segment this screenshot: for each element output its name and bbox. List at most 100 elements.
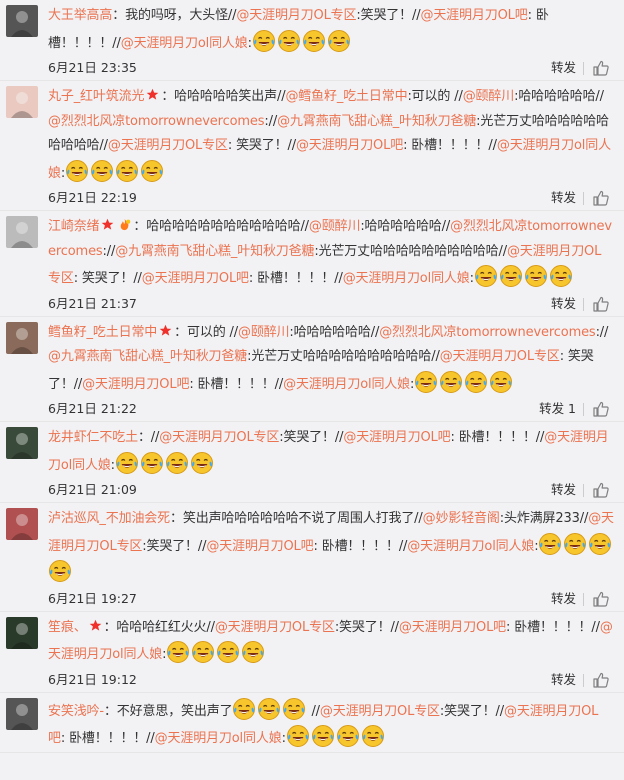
forward-button[interactable]: 转发 — [551, 57, 576, 79]
avatar[interactable] — [6, 321, 38, 354]
comment-text: 江崎奈绪 ：哈哈哈哈哈哈哈哈哈哈哈哈//@颐醉川:哈哈哈哈哈哈//@烈烈北风凉to… — [48, 215, 614, 292]
comment-text: 安笑浅吟-：不好意思，笑出声了 //@天涯明月刀OL专区:笑哭了！// @天涯明月… — [48, 697, 614, 752]
comment-body-text: ：哈哈哈红红火火// — [103, 619, 215, 635]
mention-link[interactable]: @鳕鱼籽_吃土日常中 — [285, 89, 407, 104]
comment-timestamp: 6月21日 19:27 — [48, 590, 137, 606]
mention-link[interactable]: @九霄燕南飞甜心糕_叶知秋刀爸糖 — [277, 114, 476, 129]
mention-link[interactable]: @烈烈北风凉tomorrownevercomes — [379, 325, 596, 340]
laugh-cry-emoji-icon — [474, 265, 497, 287]
comment-body-text: :笑哭了！// — [334, 619, 399, 635]
thumbs-up-icon[interactable] — [592, 671, 610, 689]
mention-link[interactable]: @天涯明月刀OL专区 — [108, 138, 228, 153]
mention-link[interactable]: @天涯明月刀ol同人娘 — [283, 377, 410, 392]
comment-timestamp: 6月21日 21:37 — [48, 295, 137, 311]
forward-button[interactable]: 转发 — [551, 588, 576, 610]
laugh-cry-emoji-icon — [66, 159, 89, 182]
forward-button[interactable]: 转发 — [551, 669, 576, 691]
mention-link[interactable]: @天涯明月刀OL吧 — [296, 138, 403, 153]
comment-body-text: :笑哭了！// — [356, 8, 421, 23]
mention-link[interactable]: @妙影轻音阁 — [423, 511, 500, 526]
comment-body-text: : 笑哭了！// — [73, 271, 142, 286]
laugh-cry-emoji-icon — [192, 641, 215, 663]
thumbs-up-icon[interactable] — [592, 590, 610, 608]
laugh-cry-emoji-icon — [116, 159, 139, 182]
comment-text: 笙痕、 ：哈哈哈红红火火//@天涯明月刀OL专区:笑哭了！//@天涯明月刀OL吧:… — [48, 616, 614, 668]
comment-body-text: :笑哭了！// — [279, 430, 344, 445]
forward-button[interactable]: 转发 1 — [539, 398, 576, 420]
laugh-cry-emoji-icon — [549, 265, 572, 287]
mention-link[interactable]: @烈烈北风凉tomorrownevercomes — [48, 114, 265, 129]
avatar[interactable] — [6, 697, 38, 730]
laugh-cry-emoji-icon — [524, 265, 547, 287]
mention-link[interactable]: @天涯明月刀OL专区 — [159, 430, 279, 445]
comment-item: 龙井虾仁不吃土：//@天涯明月刀OL专区:笑哭了！//@天涯明月刀OL吧: 卧槽… — [0, 422, 624, 503]
username-link[interactable]: 鳕鱼籽_吃土日常中 — [48, 325, 157, 340]
comment-timestamp: 6月21日 19:12 — [48, 671, 137, 687]
mention-link[interactable]: @天涯明月刀OL专区 — [440, 349, 560, 364]
mention-link[interactable]: @天涯明月刀ol同人娘 — [343, 271, 470, 286]
comment-body-text: :// — [595, 324, 609, 340]
comment-body-text: :哈哈哈哈哈哈// — [514, 89, 604, 104]
thumbs-up-icon[interactable] — [592, 481, 610, 499]
avatar[interactable] — [6, 86, 38, 118]
forward-button[interactable]: 转发 — [551, 479, 576, 501]
comment-body-text: // — [307, 703, 320, 719]
star-badge-icon — [146, 88, 159, 100]
laugh-cry-emoji-icon — [190, 451, 213, 474]
forward-button[interactable]: 转发 — [551, 293, 576, 315]
laugh-cry-emoji-icon — [499, 265, 522, 287]
username-link[interactable]: 江崎奈绪 — [48, 219, 100, 234]
mention-link[interactable]: @天涯明月刀ol同人娘 — [155, 731, 282, 746]
mention-link[interactable]: @天涯明月刀OL专区 — [215, 620, 335, 635]
thumbs-up-icon[interactable] — [592, 295, 610, 313]
laugh-cry-emoji-icon — [141, 159, 164, 182]
laugh-cry-emoji-icon — [165, 451, 188, 474]
mention-link[interactable]: @天涯明月刀ol同人娘 — [407, 539, 534, 554]
comment-text: 龙井虾仁不吃土：//@天涯明月刀OL专区:笑哭了！//@天涯明月刀OL吧: 卧槽… — [48, 426, 614, 478]
mention-link[interactable]: @天涯明月刀ol同人娘 — [121, 36, 248, 51]
mention-link[interactable]: @颐醉川 — [463, 89, 515, 104]
comment-meta: 6月21日 21:37 转发 — [48, 293, 614, 316]
mention-link[interactable]: @天涯明月刀OL吧 — [399, 620, 506, 635]
avatar[interactable] — [6, 5, 38, 37]
comment-body-text: :哈哈哈哈哈哈// — [289, 324, 380, 340]
laugh-cry-emoji-icon — [115, 451, 138, 474]
forward-button[interactable]: 转发 — [551, 187, 576, 209]
comment-meta: 6月21日 19:12 转发 — [48, 669, 614, 692]
username-link[interactable]: 丸子_红叶筑流光 — [48, 89, 144, 104]
comment-timestamp: 6月21日 23:35 — [48, 60, 137, 75]
laugh-cry-emoji-icon — [327, 29, 350, 52]
mention-link[interactable]: @天涯明月刀OL吧 — [142, 271, 249, 286]
laugh-cry-emoji-icon — [336, 725, 359, 747]
username-link[interactable]: 安笑浅吟- — [48, 704, 104, 719]
mention-link[interactable]: @天涯明月刀OL吧 — [420, 8, 527, 23]
mention-link[interactable]: @九霄燕南飞甜心糕_叶知秋刀爸糖 — [48, 349, 247, 364]
laugh-cry-emoji-icon — [415, 370, 438, 393]
username-link[interactable]: 笙痕、 — [48, 620, 87, 635]
thumbs-up-icon[interactable] — [592, 59, 610, 77]
comment-meta: 6月21日 22:19 转发 — [48, 187, 614, 210]
mention-link[interactable]: @颐醉川 — [309, 219, 361, 234]
comment-body-text: ：哈哈哈哈哈哈哈哈哈哈哈哈// — [133, 219, 309, 234]
thumbs-up-icon[interactable] — [592, 189, 610, 207]
username-link[interactable]: 龙井虾仁不吃土 — [48, 430, 138, 445]
thumbs-up-icon[interactable] — [592, 400, 610, 418]
mention-link[interactable]: @天涯明月刀OL吧 — [82, 377, 189, 392]
avatar[interactable] — [6, 216, 38, 248]
comment-body-text: : 卧槽！！！！// — [403, 138, 497, 153]
comment-body-text: :光芒万丈哈哈哈哈哈哈哈哈哈哈// — [247, 349, 440, 364]
mention-link[interactable]: @天涯明月刀OL专区 — [236, 8, 356, 23]
avatar[interactable] — [6, 427, 38, 459]
avatar[interactable] — [6, 616, 38, 649]
mention-link[interactable]: @天涯明月刀OL吧 — [343, 430, 450, 445]
mention-link[interactable]: @天涯明月刀OL专区 — [320, 704, 440, 719]
laugh-cry-emoji-icon — [167, 641, 190, 663]
mention-link[interactable]: @颐醉川 — [238, 325, 290, 340]
action-divider — [583, 592, 584, 606]
avatar[interactable] — [6, 508, 38, 540]
laugh-cry-emoji-icon — [242, 641, 265, 663]
mention-link[interactable]: @九霄燕南飞甜心糕_叶知秋刀爸糖 — [115, 244, 314, 259]
username-link[interactable]: 大王举高高 — [48, 8, 112, 23]
username-link[interactable]: 泸沽巡风_不加油会死 — [48, 511, 170, 526]
mention-link[interactable]: @天涯明月刀OL吧 — [206, 539, 313, 554]
